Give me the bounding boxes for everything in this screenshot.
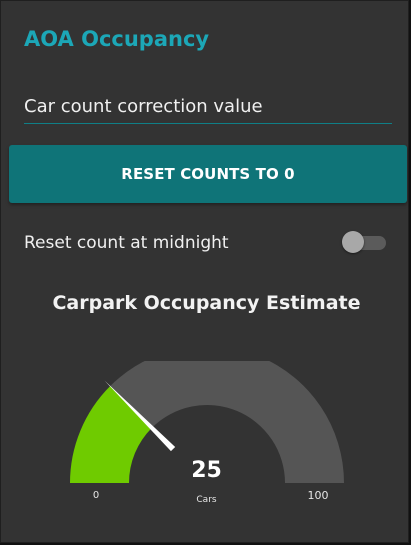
midnight-reset-toggle[interactable] xyxy=(342,231,388,253)
gauge-title: Carpark Occupancy Estimate xyxy=(52,292,361,314)
gauge-min-label: 0 xyxy=(92,490,100,501)
gauge-value: 25 xyxy=(191,458,222,483)
gauge-max-label: 100 xyxy=(307,489,329,502)
car-count-correction-input[interactable] xyxy=(24,93,392,124)
midnight-reset-label: Reset count at midnight xyxy=(24,233,229,253)
card-title: AOA Occupancy xyxy=(24,27,210,51)
occupancy-card: AOA Occupancy RESET COUNTS TO 0 Reset co… xyxy=(0,0,409,543)
gauge-units: Cars xyxy=(196,495,217,505)
reset-counts-button[interactable]: RESET COUNTS TO 0 xyxy=(9,145,407,203)
toggle-thumb xyxy=(342,231,364,253)
midnight-reset-row: Reset count at midnight xyxy=(24,227,388,257)
